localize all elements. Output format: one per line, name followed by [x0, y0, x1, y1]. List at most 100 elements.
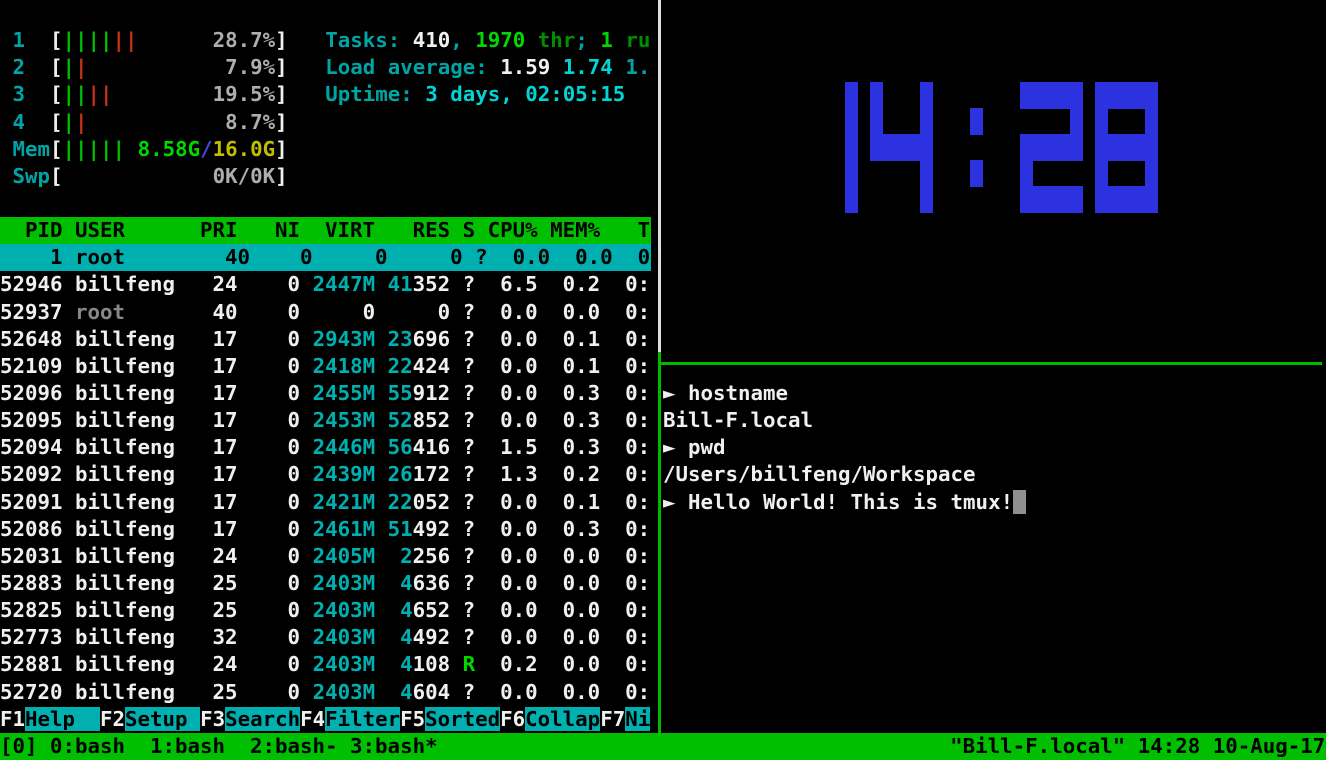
htop-row-52946-seg[interactable]: 52946 billfeng 24 0	[0, 272, 313, 296]
htop-row-52883-seg[interactable]: 636	[413, 571, 451, 595]
htop-function-key-bar-seg[interactable]: Sorted	[425, 707, 500, 731]
htop-row-52031[interactable]: 52031 billfeng 24 0 2405M 2256 ? 0.0 0.0…	[0, 543, 650, 570]
tmux-status-bar-seg[interactable]: "Bill-F.local" 14:28 10-Aug-17	[950, 734, 1325, 758]
htop-row-52109-seg[interactable]: 52109 billfeng 17 0	[0, 354, 313, 378]
htop-row-52086-seg[interactable]	[375, 517, 388, 541]
htop-row-52031-seg[interactable]: 2	[388, 544, 413, 568]
htop-row-52094-seg[interactable]: 2446M	[313, 435, 376, 459]
htop-row-52720-seg[interactable]: 2403M	[313, 680, 376, 704]
htop-row-52648-seg[interactable]: 52648 billfeng 17 0	[0, 327, 313, 351]
htop-row-52773-seg[interactable]: 4	[388, 625, 413, 649]
htop-row-52648-seg[interactable]: 23	[388, 327, 413, 351]
htop-row-52109-seg[interactable]: 2418M	[313, 354, 376, 378]
htop-row-52883-seg[interactable]: 2403M	[313, 571, 376, 595]
htop-row-52109-seg[interactable]: ? 0.0 0.1 0:	[450, 354, 650, 378]
shell-cursor-seg[interactable]	[1013, 490, 1026, 514]
htop-row-52946-seg[interactable]: 352	[413, 272, 451, 296]
htop-row-52825-seg[interactable]: 4	[388, 598, 413, 622]
htop-function-key-bar-seg[interactable]: F5	[400, 707, 425, 731]
htop-row-52720[interactable]: 52720 billfeng 25 0 2403M 4604 ? 0.0 0.0…	[0, 679, 650, 706]
htop-row-52095[interactable]: 52095 billfeng 17 0 2453M 52852 ? 0.0 0.…	[0, 407, 650, 434]
htop-row-52031-seg[interactable]	[375, 544, 388, 568]
htop-function-key-bar-seg[interactable]: F7	[600, 707, 625, 731]
htop-row-52091-seg[interactable]: ? 0.0 0.1 0:	[450, 490, 650, 514]
htop-row-52094-seg[interactable]: 416	[413, 435, 451, 459]
htop-row-52109-seg[interactable]: 424	[413, 354, 451, 378]
htop-row-52086-seg[interactable]: 52086 billfeng 17 0	[0, 517, 313, 541]
shell-cursor[interactable]	[1013, 489, 1026, 516]
htop-function-key-bar[interactable]: F1Help F2Setup F3SearchF4FilterF5SortedF…	[0, 706, 650, 733]
htop-row-52881-seg[interactable]	[375, 652, 388, 676]
htop-row-52091-seg[interactable]: 052	[413, 490, 451, 514]
htop-row-52825-seg[interactable]: 652	[413, 598, 451, 622]
pane-border-horizontal[interactable]	[661, 362, 1322, 365]
htop-row-52881-seg[interactable]	[450, 652, 463, 676]
htop-row-52648-seg[interactable]: 2943M	[313, 327, 376, 351]
htop-row-52720-seg[interactable]	[375, 680, 388, 704]
htop-row-52091-seg[interactable]: 2421M	[313, 490, 376, 514]
tmux-status-bar[interactable]: [0] 0:bash 1:bash 2:bash- 3:bash* "Bill-…	[0, 733, 1326, 760]
shell-command-current[interactable]: Hello World! This is tmux!	[688, 489, 1013, 516]
htop-row-52092-seg[interactable]: 26	[388, 462, 413, 486]
htop-row-52109-seg[interactable]: 22	[388, 354, 413, 378]
htop-row-52825-seg[interactable]	[375, 598, 388, 622]
htop-row-52096-seg[interactable]: ? 0.0 0.3 0:	[450, 381, 650, 405]
htop-row-52086-seg[interactable]: 2461M	[313, 517, 376, 541]
htop-row-52096-seg[interactable]: 912	[413, 381, 451, 405]
htop-row-52881-seg[interactable]: 2403M	[313, 652, 376, 676]
htop-row-52096-seg[interactable]: 2455M	[313, 381, 376, 405]
htop-row-52091-seg[interactable]	[375, 490, 388, 514]
htop-function-key-bar-seg[interactable]: F6	[500, 707, 525, 731]
htop-row-52091[interactable]: 52091 billfeng 17 0 2421M 22052 ? 0.0 0.…	[0, 489, 650, 516]
htop-row-52086-seg[interactable]: ? 0.0 0.3 0:	[450, 517, 650, 541]
htop-row-52031-seg[interactable]: 2405M	[313, 544, 376, 568]
htop-row-52031-seg[interactable]: 256	[413, 544, 451, 568]
htop-row-52094[interactable]: 52094 billfeng 17 0 2446M 56416 ? 1.5 0.…	[0, 434, 650, 461]
pane-border-vertical-top[interactable]	[658, 0, 661, 352]
htop-row-52883[interactable]: 52883 billfeng 25 0 2403M 4636 ? 0.0 0.0…	[0, 570, 650, 597]
htop-row-52946-seg[interactable]: 2447M	[313, 272, 376, 296]
htop-row-52946-seg[interactable]: 41	[388, 272, 413, 296]
htop-row-52881-seg[interactable]: 0.2 0.0 0:	[475, 652, 650, 676]
htop-row-52946[interactable]: 52946 billfeng 24 0 2447M 41352 ? 6.5 0.…	[0, 271, 650, 298]
htop-function-key-bar-seg[interactable]: Setup	[125, 707, 200, 731]
htop-row-52648[interactable]: 52648 billfeng 17 0 2943M 23696 ? 0.0 0.…	[0, 326, 650, 353]
htop-row-52094-seg[interactable]: 52094 billfeng 17 0	[0, 435, 313, 459]
htop-table-header-seg[interactable]: PID USER PRI NI VIRT RES S CPU% MEM% T	[0, 218, 650, 242]
htop-row-52937-seg[interactable]: 40 0 0 0 ? 0.0 0.0 0:	[125, 300, 650, 324]
htop-row-52773-seg[interactable]: ? 0.0 0.0 0:	[450, 625, 650, 649]
htop-row-52883-seg[interactable]: ? 0.0 0.0 0:	[450, 571, 650, 595]
htop-row-52092[interactable]: 52092 billfeng 17 0 2439M 26172 ? 1.3 0.…	[0, 461, 650, 488]
htop-row-selected[interactable]: 1 root 40 0 0 0 ? 0.0 0.0 0:	[0, 244, 651, 271]
htop-function-key-bar-seg[interactable]: F3	[200, 707, 225, 731]
pane-border-vertical-bottom[interactable]	[658, 352, 661, 733]
htop-row-52092-seg[interactable]: 52092 billfeng 17 0	[0, 462, 313, 486]
htop-row-selected-seg[interactable]: 1 root 40 0 0 0 ? 0.0 0.0 0:	[0, 245, 663, 269]
htop-row-52095-seg[interactable]: 52095 billfeng 17 0	[0, 408, 313, 432]
htop-row-52094-seg[interactable]: ? 1.5 0.3 0:	[450, 435, 650, 459]
htop-function-key-bar-seg[interactable]: Ni	[625, 707, 650, 731]
htop-row-52648-seg[interactable]: ? 0.0 0.1 0:	[450, 327, 650, 351]
htop-row-52648-seg[interactable]: 696	[413, 327, 451, 351]
htop-row-52825-seg[interactable]: ? 0.0 0.0 0:	[450, 598, 650, 622]
htop-row-52825[interactable]: 52825 billfeng 25 0 2403M 4652 ? 0.0 0.0…	[0, 597, 650, 624]
htop-row-52091-seg[interactable]: 22	[388, 490, 413, 514]
htop-row-52720-seg[interactable]: 604	[413, 680, 451, 704]
clock-pane[interactable]	[663, 0, 1326, 361]
htop-row-52883-seg[interactable]	[375, 571, 388, 595]
htop-row-52095-seg[interactable]	[375, 408, 388, 432]
htop-row-52096-seg[interactable]: 55	[388, 381, 413, 405]
htop-row-52881-seg[interactable]: 52881 billfeng 24 0	[0, 652, 313, 676]
htop-row-52094-seg[interactable]: 56	[388, 435, 413, 459]
htop-row-52773-seg[interactable]: 52773 billfeng 32 0	[0, 625, 313, 649]
htop-row-52937-seg[interactable]: root	[75, 300, 125, 324]
htop-row-52092-seg[interactable]: 2439M	[313, 462, 376, 486]
htop-row-52086[interactable]: 52086 billfeng 17 0 2461M 51492 ? 0.0 0.…	[0, 516, 650, 543]
tmux-status-bar-seg[interactable]: [0] 0:bash 1:bash 2:bash- 3:bash*	[0, 734, 438, 758]
htop-function-key-bar-seg[interactable]: F2	[100, 707, 125, 731]
htop-row-52773-seg[interactable]: 492	[413, 625, 451, 649]
htop-row-52946-seg[interactable]	[375, 272, 388, 296]
htop-row-52881-seg[interactable]: 4	[388, 652, 413, 676]
htop-row-52092-seg[interactable]	[375, 462, 388, 486]
htop-row-52773[interactable]: 52773 billfeng 32 0 2403M 4492 ? 0.0 0.0…	[0, 624, 650, 651]
